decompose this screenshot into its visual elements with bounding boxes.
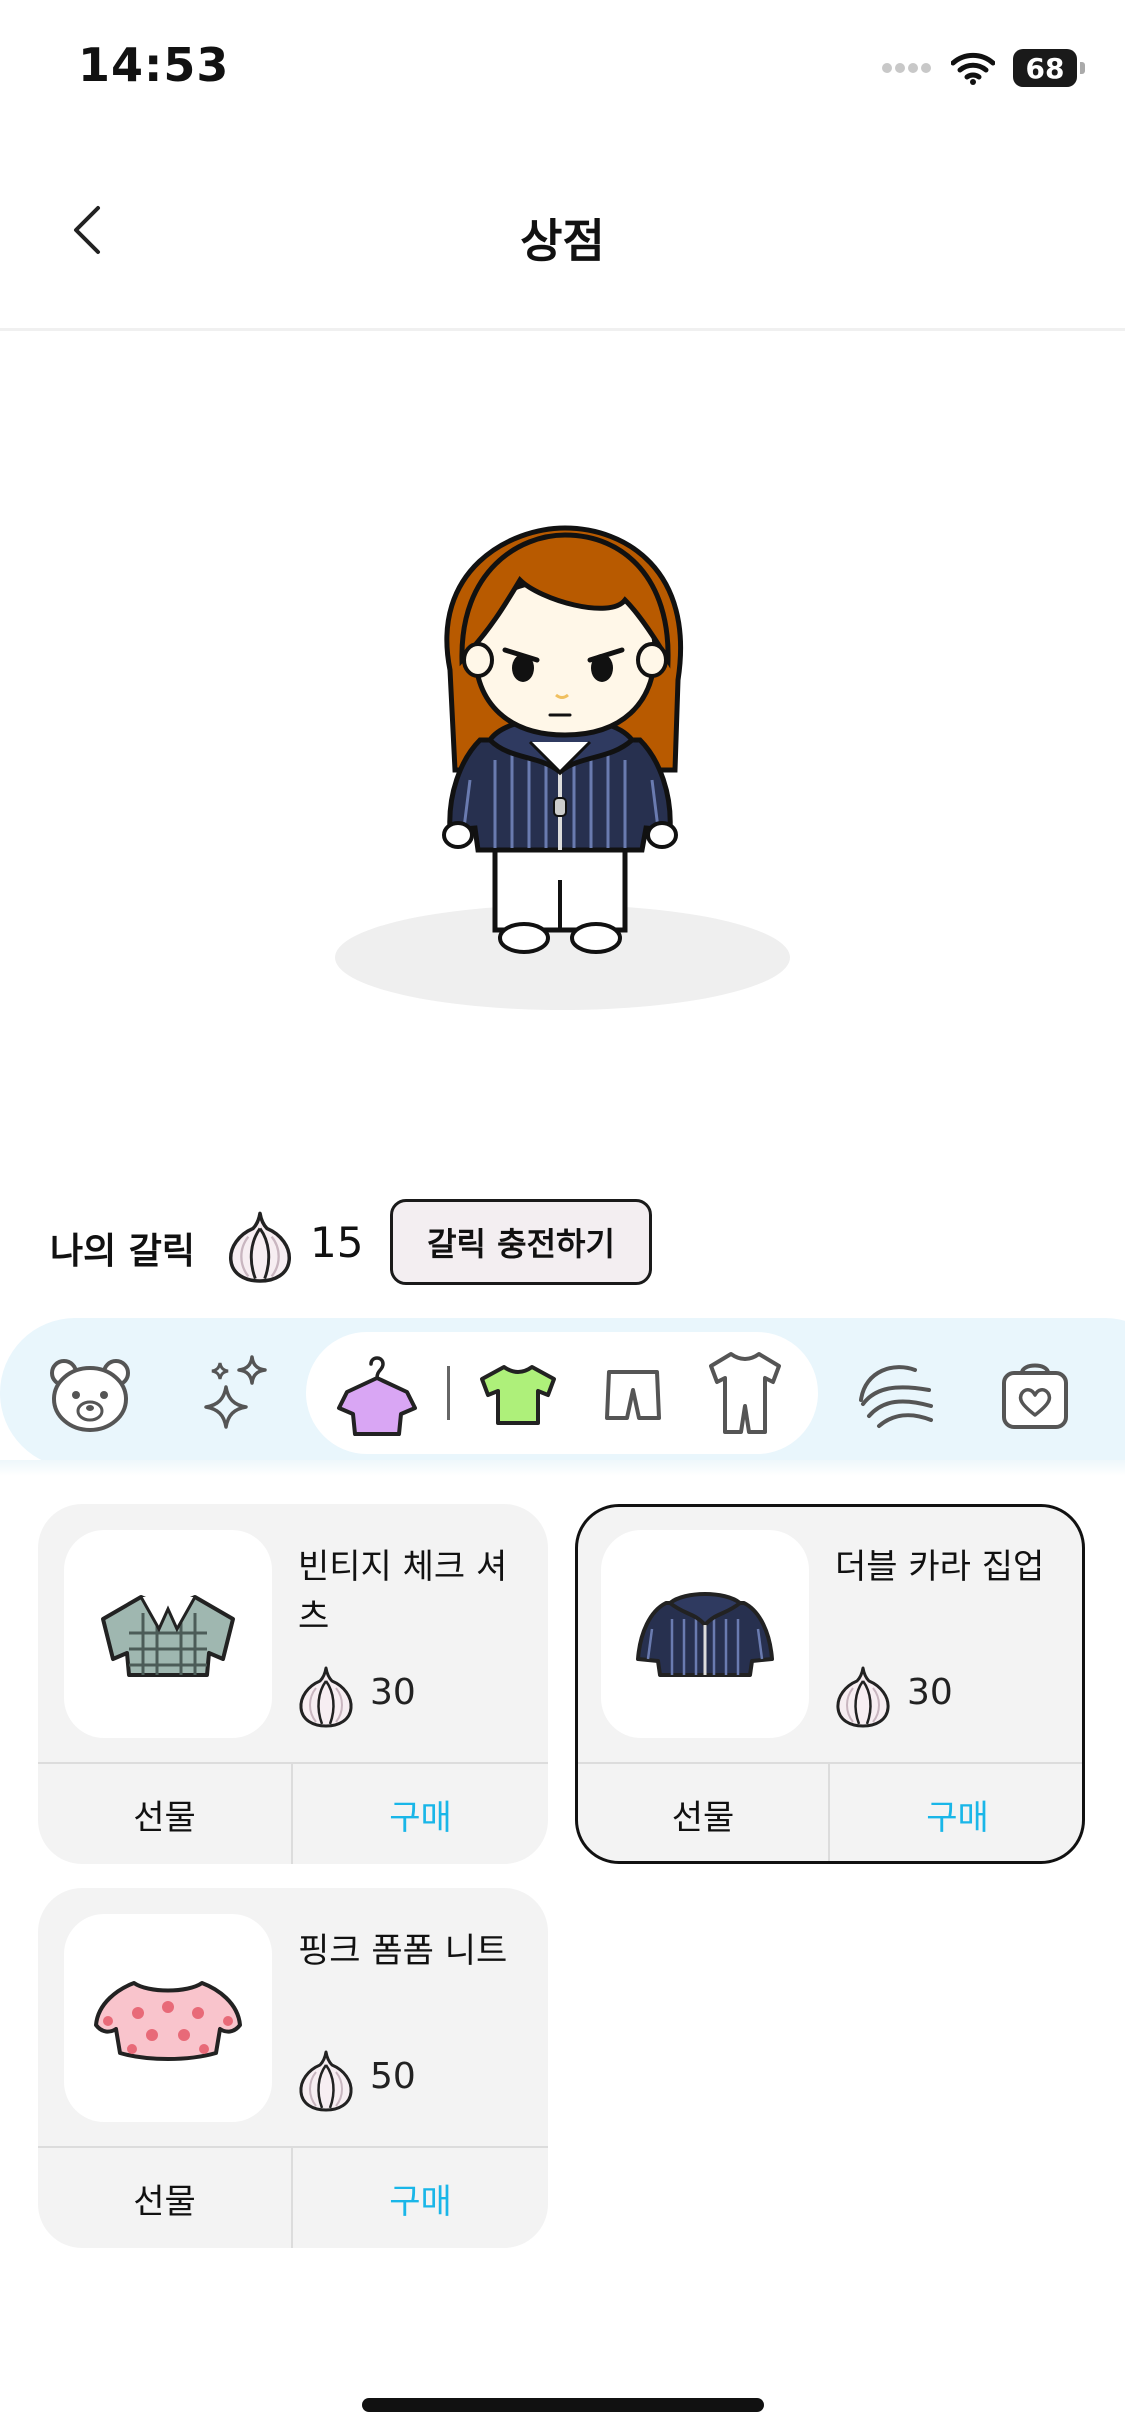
battery-icon: 68 xyxy=(1013,49,1085,87)
signal-icon xyxy=(882,63,931,73)
item-thumbnail xyxy=(64,1530,272,1738)
bear-icon xyxy=(50,1359,130,1432)
category-separator xyxy=(447,1366,450,1420)
header-divider xyxy=(0,328,1125,331)
status-indicators: 68 xyxy=(881,46,1085,90)
item-name: 빈티지 체크 셔츠 xyxy=(298,1547,508,1637)
item-name: 핑크 폼폼 니트 xyxy=(298,1931,508,1971)
zip-jacket-image xyxy=(636,1592,774,1677)
sparkles-icon xyxy=(204,1355,267,1429)
garlic-icon xyxy=(225,1208,295,1284)
tshirt-icon xyxy=(480,1365,556,1425)
pink-knit-image xyxy=(94,1981,242,2061)
bag-heart-icon xyxy=(1002,1363,1068,1429)
item-card-selected[interactable]: 더블 카라 집업 30 선물 구매 xyxy=(575,1504,1085,1864)
my-garlic-label: 나의 갈릭 xyxy=(50,1231,196,1272)
gift-button[interactable]: 선물 xyxy=(578,1764,828,1861)
item-price: 30 xyxy=(907,1672,953,1713)
hanger-shirt-icon xyxy=(337,1356,417,1436)
plaid-shirt-image xyxy=(101,1595,235,1677)
category-clothes[interactable] xyxy=(332,1345,422,1445)
category-accessories[interactable] xyxy=(995,1350,1075,1440)
item-thumbnail xyxy=(601,1530,809,1738)
gift-button[interactable]: 선물 xyxy=(38,2148,291,2248)
garlic-icon xyxy=(296,2048,356,2112)
category-bear[interactable] xyxy=(45,1350,135,1440)
category-bottoms[interactable] xyxy=(598,1355,668,1435)
category-tops[interactable] xyxy=(478,1355,558,1435)
buy-button[interactable]: 구매 xyxy=(830,1764,1082,1861)
category-effects[interactable] xyxy=(190,1345,280,1445)
home-indicator[interactable] xyxy=(362,2398,764,2412)
buy-button[interactable]: 구매 xyxy=(293,2148,548,2248)
charge-garlic-button[interactable]: 갈릭 충전하기 xyxy=(390,1199,652,1285)
garlic-icon xyxy=(296,1664,356,1728)
item-thumbnail xyxy=(64,1914,272,2122)
hair-icon xyxy=(859,1365,933,1428)
item-price: 30 xyxy=(370,1672,416,1713)
item-card[interactable]: 빈티지 체크 셔츠 30 선물 구매 xyxy=(38,1504,548,1864)
romper-icon xyxy=(709,1352,781,1434)
item-price: 50 xyxy=(370,2056,416,2097)
item-name: 더블 카라 집업 xyxy=(835,1547,1045,1587)
wifi-icon xyxy=(951,52,995,85)
category-onepiece[interactable] xyxy=(705,1348,785,1438)
battery-level: 68 xyxy=(1025,51,1065,85)
gift-button[interactable]: 선물 xyxy=(38,1764,291,1864)
avatar-character xyxy=(442,525,683,954)
item-card[interactable]: 핑크 폼폼 니트 50 선물 구매 xyxy=(38,1888,548,2248)
buy-button[interactable]: 구매 xyxy=(293,1764,548,1864)
page-title: 상점 xyxy=(520,214,605,268)
category-hair[interactable] xyxy=(850,1350,940,1440)
category-bar-fade xyxy=(0,1460,1125,1476)
status-time: 14:53 xyxy=(78,38,230,92)
garlic-count: 15 xyxy=(310,1218,364,1267)
garlic-icon xyxy=(833,1664,893,1728)
shorts-icon xyxy=(605,1370,661,1420)
